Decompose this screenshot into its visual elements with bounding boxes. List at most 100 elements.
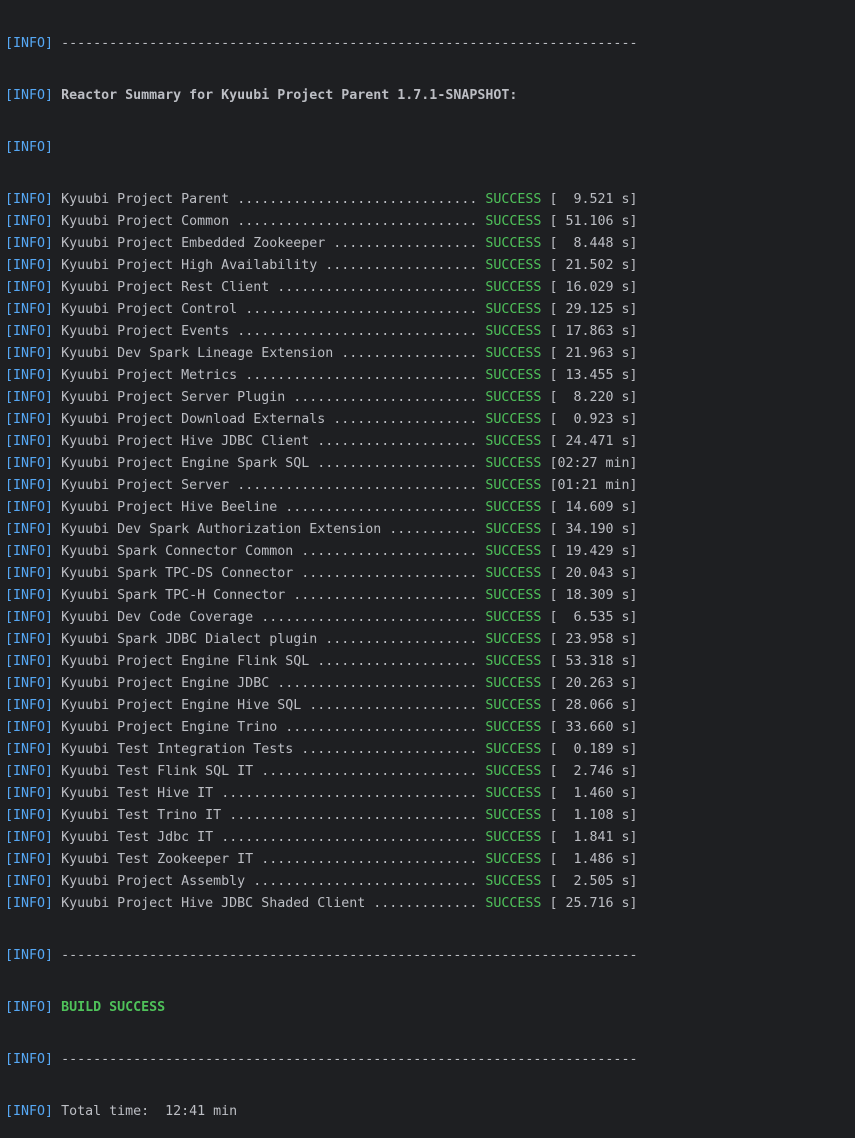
info-tag: [INFO] bbox=[5, 632, 54, 647]
module-duration: [ 0.923 s] bbox=[549, 412, 638, 427]
info-tag: [INFO] bbox=[5, 742, 54, 757]
module-status: SUCCESS bbox=[485, 874, 542, 889]
module-dots: ...................... bbox=[301, 566, 478, 581]
log-line-separator: [INFO] ---------------------------------… bbox=[0, 33, 855, 55]
module-status: SUCCESS bbox=[485, 852, 542, 867]
module-dots: ..................... bbox=[309, 698, 478, 713]
info-tag: [INFO] bbox=[5, 214, 54, 229]
module-status: SUCCESS bbox=[485, 720, 542, 735]
terminal-output[interactable]: [INFO] ---------------------------------… bbox=[0, 3, 855, 1138]
module-dots: ...................... bbox=[301, 544, 478, 559]
info-tag: [INFO] bbox=[5, 544, 54, 559]
module-summary-line: [INFO] Kyuubi Project High Availability … bbox=[0, 255, 855, 277]
module-dots: ......................... bbox=[277, 676, 478, 691]
module-duration: [ 20.043 s] bbox=[549, 566, 638, 581]
info-tag: [INFO] bbox=[5, 896, 54, 911]
module-summary-line: [INFO] Kyuubi Project Parent ...........… bbox=[0, 189, 855, 211]
info-tag: [INFO] bbox=[5, 808, 54, 823]
module-name: Kyuubi Project Engine Hive SQL bbox=[61, 698, 302, 713]
module-duration: [ 53.318 s] bbox=[549, 654, 638, 669]
info-tag: [INFO] bbox=[5, 302, 54, 317]
module-duration: [ 2.505 s] bbox=[549, 874, 638, 889]
module-duration: [ 19.429 s] bbox=[549, 544, 638, 559]
module-name: Kyuubi Project Common bbox=[61, 214, 230, 229]
info-tag: [INFO] bbox=[5, 764, 54, 779]
info-tag: [INFO] bbox=[5, 324, 54, 339]
module-duration: [ 51.106 s] bbox=[549, 214, 638, 229]
module-duration: [ 24.471 s] bbox=[549, 434, 638, 449]
module-summary-line: [INFO] Kyuubi Project Download Externals… bbox=[0, 409, 855, 431]
build-status: BUILD SUCCESS bbox=[61, 1000, 166, 1015]
module-name: Kyuubi Test Flink SQL IT bbox=[61, 764, 254, 779]
info-tag: [INFO] bbox=[5, 610, 54, 625]
info-tag: [INFO] bbox=[5, 192, 54, 207]
module-dots: ........................ bbox=[285, 500, 478, 515]
module-name: Kyuubi Spark TPC-H Connector bbox=[61, 588, 286, 603]
module-dots: .................. bbox=[333, 412, 478, 427]
module-dots: ........... bbox=[389, 522, 478, 537]
info-tag: [INFO] bbox=[5, 522, 54, 537]
module-name: Kyuubi Spark JDBC Dialect plugin bbox=[61, 632, 318, 647]
info-tag: [INFO] bbox=[5, 368, 54, 383]
module-duration: [ 13.455 s] bbox=[549, 368, 638, 383]
info-tag: [INFO] bbox=[5, 588, 54, 603]
module-name: Kyuubi Dev Spark Authorization Extension bbox=[61, 522, 382, 537]
reactor-summary-title: Reactor Summary for Kyuubi Project Paren… bbox=[61, 88, 518, 103]
module-summary-line: [INFO] Kyuubi Test Jdbc IT .............… bbox=[0, 827, 855, 849]
module-dots: ................................ bbox=[221, 786, 478, 801]
module-duration: [ 1.108 s] bbox=[549, 808, 638, 823]
info-tag: [INFO] bbox=[5, 654, 54, 669]
module-summary-line: [INFO] Kyuubi Project Engine Spark SQL .… bbox=[0, 453, 855, 475]
module-status: SUCCESS bbox=[485, 412, 542, 427]
info-tag: [INFO] bbox=[5, 258, 54, 273]
module-name: Kyuubi Project Server bbox=[61, 478, 230, 493]
info-tag: [INFO] bbox=[5, 236, 54, 251]
module-status: SUCCESS bbox=[485, 214, 542, 229]
module-dots: ........................... bbox=[261, 764, 478, 779]
module-dots: ............................ bbox=[253, 874, 478, 889]
module-name: Kyuubi Test Trino IT bbox=[61, 808, 222, 823]
module-duration: [ 18.309 s] bbox=[549, 588, 638, 603]
module-status: SUCCESS bbox=[485, 478, 542, 493]
module-summary-line: [INFO] Kyuubi Test Flink SQL IT ........… bbox=[0, 761, 855, 783]
module-summary-line: [INFO] Kyuubi Project Engine Flink SQL .… bbox=[0, 651, 855, 673]
module-status: SUCCESS bbox=[485, 236, 542, 251]
module-summary-line: [INFO] Kyuubi Project Engine Hive SQL ..… bbox=[0, 695, 855, 717]
module-duration: [ 8.448 s] bbox=[549, 236, 638, 251]
info-tag: [INFO] bbox=[5, 698, 54, 713]
module-duration: [02:27 min] bbox=[549, 456, 638, 471]
module-summary-line: [INFO] Kyuubi Test Hive IT .............… bbox=[0, 783, 855, 805]
module-duration: [ 8.220 s] bbox=[549, 390, 638, 405]
log-line-build-status: [INFO] BUILD SUCCESS bbox=[0, 997, 855, 1019]
module-status: SUCCESS bbox=[485, 610, 542, 625]
module-status: SUCCESS bbox=[485, 434, 542, 449]
module-summary-line: [INFO] Kyuubi Project Server Plugin ....… bbox=[0, 387, 855, 409]
module-dots: .................... bbox=[317, 654, 478, 669]
module-name: Kyuubi Project Rest Client bbox=[61, 280, 270, 295]
module-summary-line: [INFO] Kyuubi Project Engine JDBC ......… bbox=[0, 673, 855, 695]
module-status: SUCCESS bbox=[485, 896, 542, 911]
module-name: Kyuubi Project Hive Beeline bbox=[61, 500, 278, 515]
log-line-blank: [INFO] bbox=[0, 137, 855, 159]
module-summary-line: [INFO] Kyuubi Project Hive JDBC Shaded C… bbox=[0, 893, 855, 915]
module-name: Kyuubi Project Embedded Zookeeper bbox=[61, 236, 326, 251]
module-status: SUCCESS bbox=[485, 500, 542, 515]
module-dots: ............................. bbox=[245, 368, 478, 383]
module-name: Kyuubi Project Engine JDBC bbox=[61, 676, 270, 691]
module-dots: .............................. bbox=[237, 478, 478, 493]
module-summary-line: [INFO] Kyuubi Test Zookeeper IT ........… bbox=[0, 849, 855, 871]
module-dots: ................... bbox=[325, 258, 478, 273]
module-summary-line: [INFO] Kyuubi Spark JDBC Dialect plugin … bbox=[0, 629, 855, 651]
module-status: SUCCESS bbox=[485, 280, 542, 295]
module-dots: ................. bbox=[341, 346, 478, 361]
module-dots: .............................. bbox=[237, 192, 478, 207]
module-summary-line: [INFO] Kyuubi Test Trino IT ............… bbox=[0, 805, 855, 827]
info-tag: [INFO] bbox=[5, 456, 54, 471]
module-duration: [ 23.958 s] bbox=[549, 632, 638, 647]
module-status: SUCCESS bbox=[485, 302, 542, 317]
module-name: Kyuubi Project Engine Trino bbox=[61, 720, 278, 735]
module-dots: ............................. bbox=[245, 302, 478, 317]
module-dots: ......................... bbox=[277, 280, 478, 295]
module-duration: [ 17.863 s] bbox=[549, 324, 638, 339]
module-name: Kyuubi Project Control bbox=[61, 302, 238, 317]
